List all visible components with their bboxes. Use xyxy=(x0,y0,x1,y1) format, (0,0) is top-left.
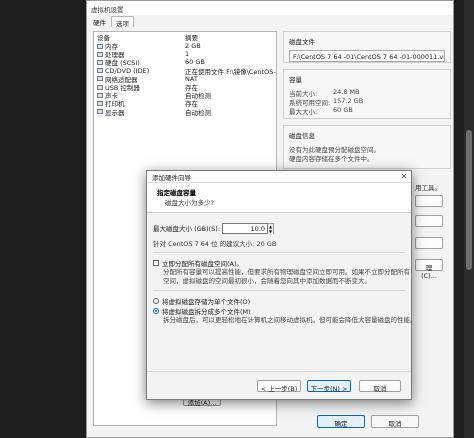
allocate-now-description: 分配所有容量可以提高性能，但要求所有物理磁盘空间立即可用。如果不立即分配所有 空… xyxy=(153,268,410,285)
hard-disk-icon xyxy=(97,59,103,65)
allocate-now-label: 立即分配所有磁盘空间(A)。 xyxy=(162,260,244,268)
capacity-title: 容量 xyxy=(289,76,302,84)
usb-controller-icon xyxy=(97,84,103,90)
scrollbar-thumb[interactable] xyxy=(466,130,472,270)
capacity-value: 60 GB xyxy=(333,106,353,114)
device-name: 显示器 xyxy=(105,108,125,117)
settings-tabs: 硬件 选项 xyxy=(89,16,134,28)
disk-info-line: 硬盘内容存储在多个文件中。 xyxy=(289,155,374,163)
device-row-display[interactable]: 显示器 自动检测 xyxy=(94,108,276,117)
multiple-files-option[interactable]: 将虚拟磁盘拆分成多个文件(M) xyxy=(153,306,405,316)
max-size-spinner[interactable]: ▲ ▼ xyxy=(268,222,275,234)
disk-file-path[interactable]: F:\CentOS 7 64 -01\CentOS 7 64 -01-00001… xyxy=(289,50,445,62)
capacity-group: 容量 当前大小: 24.8 MB 系统可用空间: 157.2 GB 最大大小: … xyxy=(283,69,451,119)
wizard-footer: < 上一步(B) 下一步(N) > 取消 xyxy=(147,371,411,399)
single-file-radio[interactable] xyxy=(153,298,159,304)
wizard-header: 指定磁盘容量 磁盘大小为多少? xyxy=(147,183,411,213)
back-button[interactable]: < 上一步(B) xyxy=(257,380,301,393)
disk-info-group: 磁盘信息 没有为此硬盘预分配磁盘空间。 硬盘内容存储在多个文件中。 xyxy=(283,125,451,169)
memory-icon xyxy=(97,43,103,49)
multiple-files-label: 将虚拟磁盘拆分成多个文件(M) xyxy=(162,308,251,316)
allocate-now-checkbox[interactable] xyxy=(153,260,159,266)
utility-button-partial[interactable] xyxy=(415,195,443,207)
disk-info-title: 磁盘信息 xyxy=(289,132,315,140)
summary-column-header: 摘要 xyxy=(185,34,199,42)
utility-text-partial: 用工具。 xyxy=(415,184,441,192)
device-summary: 自动检测 xyxy=(185,108,212,117)
processor-icon xyxy=(97,51,103,57)
tab-options[interactable]: 选项 xyxy=(111,16,134,28)
disk-file-title: 磁盘文件 xyxy=(289,38,315,46)
capacity-current-row: 当前大小: 24.8 MB xyxy=(289,88,445,98)
network-adapter-icon xyxy=(97,76,103,82)
recommended-size-text: 针对 CentOS 7 64 位 的建议大小: 20 GB xyxy=(153,240,277,248)
disk-file-group: 磁盘文件 F:\CentOS 7 64 -01\CentOS 7 64 -01-… xyxy=(283,31,451,63)
divider xyxy=(153,252,405,253)
printer-icon xyxy=(97,100,103,106)
device-summary: 1 xyxy=(185,50,190,59)
utility-button-partial-3[interactable] xyxy=(415,237,443,249)
cd-dvd-icon xyxy=(97,68,103,74)
multiple-files-description: 拆分磁盘后，可以更轻松地在计算机之间移动虚拟机，但可能会降低大容量磁盘的性能。 xyxy=(153,316,417,325)
capacity-value: 157.2 GB xyxy=(333,97,364,105)
divider xyxy=(153,290,405,291)
wizard-title: 添加硬件向导 xyxy=(152,173,191,182)
allocate-now-option[interactable]: 立即分配所有磁盘空间(A)。 xyxy=(153,258,405,268)
wizard-step-subtitle: 磁盘大小为多少? xyxy=(165,199,214,207)
display-icon xyxy=(97,109,103,115)
wizard-titlebar: 添加硬件向导 ✕ xyxy=(147,171,411,183)
wizard-cancel-button[interactable]: 取消 xyxy=(359,380,401,393)
capacity-max-row: 最大大小: 60 GB xyxy=(289,106,445,116)
device-summary: 2 GB xyxy=(185,42,201,51)
ok-button[interactable]: 确定 xyxy=(317,415,365,428)
multiple-files-desc-line: 拆分磁盘后，可以更轻松地在计算机之间移动虚拟机，但可能会降低大容量磁盘的性能。 xyxy=(163,316,417,324)
wizard-step-title: 指定磁盘容量 xyxy=(157,189,196,197)
utility-button-partial-2[interactable] xyxy=(415,215,443,227)
single-file-option[interactable]: 将虚拟磁盘存储为单个文件(O) xyxy=(153,296,405,306)
sound-card-icon xyxy=(97,92,103,98)
background-scrollbar[interactable] xyxy=(464,0,474,438)
device-details-panel: 磁盘文件 F:\CentOS 7 64 -01\CentOS 7 64 -01-… xyxy=(283,31,451,169)
add-hardware-wizard: 添加硬件向导 ✕ 指定磁盘容量 磁盘大小为多少? 最大磁盘大小 (GB)(S):… xyxy=(146,170,417,400)
manage-button-partial[interactable]: 理(C)... xyxy=(415,259,443,280)
max-size-label: 最大磁盘大小 (GB)(S): xyxy=(153,225,221,233)
capacity-label: 最大大小: xyxy=(289,108,318,116)
multiple-files-radio[interactable] xyxy=(153,308,159,314)
max-size-row: 最大磁盘大小 (GB)(S): 10.0 ▲ ▼ xyxy=(153,222,405,234)
wizard-body: 最大磁盘大小 (GB)(S): 10.0 ▲ ▼ 针对 CentOS 7 64 … xyxy=(147,213,417,373)
window-title: 虚拟机设置 xyxy=(87,1,453,15)
single-file-label: 将虚拟磁盘存储为单个文件(O) xyxy=(162,298,251,306)
next-button[interactable]: 下一步(N) > xyxy=(307,380,351,393)
disk-info-line: 没有为此硬盘预分配磁盘空间。 xyxy=(289,146,380,154)
allocate-now-desc-line: 空间，虚拟磁盘的空间最初很小，会随着您向其中添加数据而不断变大。 xyxy=(163,276,371,285)
close-icon[interactable]: ✕ xyxy=(397,172,411,181)
capacity-value: 24.8 MB xyxy=(333,88,360,96)
max-size-input[interactable]: 10.0 xyxy=(222,222,269,234)
tab-hardware[interactable]: 硬件 xyxy=(89,16,110,27)
capacity-label: 系统可用空间: xyxy=(289,99,331,107)
spin-down-icon[interactable]: ▼ xyxy=(268,228,274,234)
allocate-now-desc-line: 分配所有容量可以提高性能，但要求所有物理磁盘空间立即可用。如果不立即分配所有 xyxy=(163,268,410,276)
capacity-label: 当前大小: xyxy=(289,90,318,98)
cancel-button[interactable]: 取消 xyxy=(371,415,419,428)
capacity-free-row: 系统可用空间: 157.2 GB xyxy=(289,97,445,107)
